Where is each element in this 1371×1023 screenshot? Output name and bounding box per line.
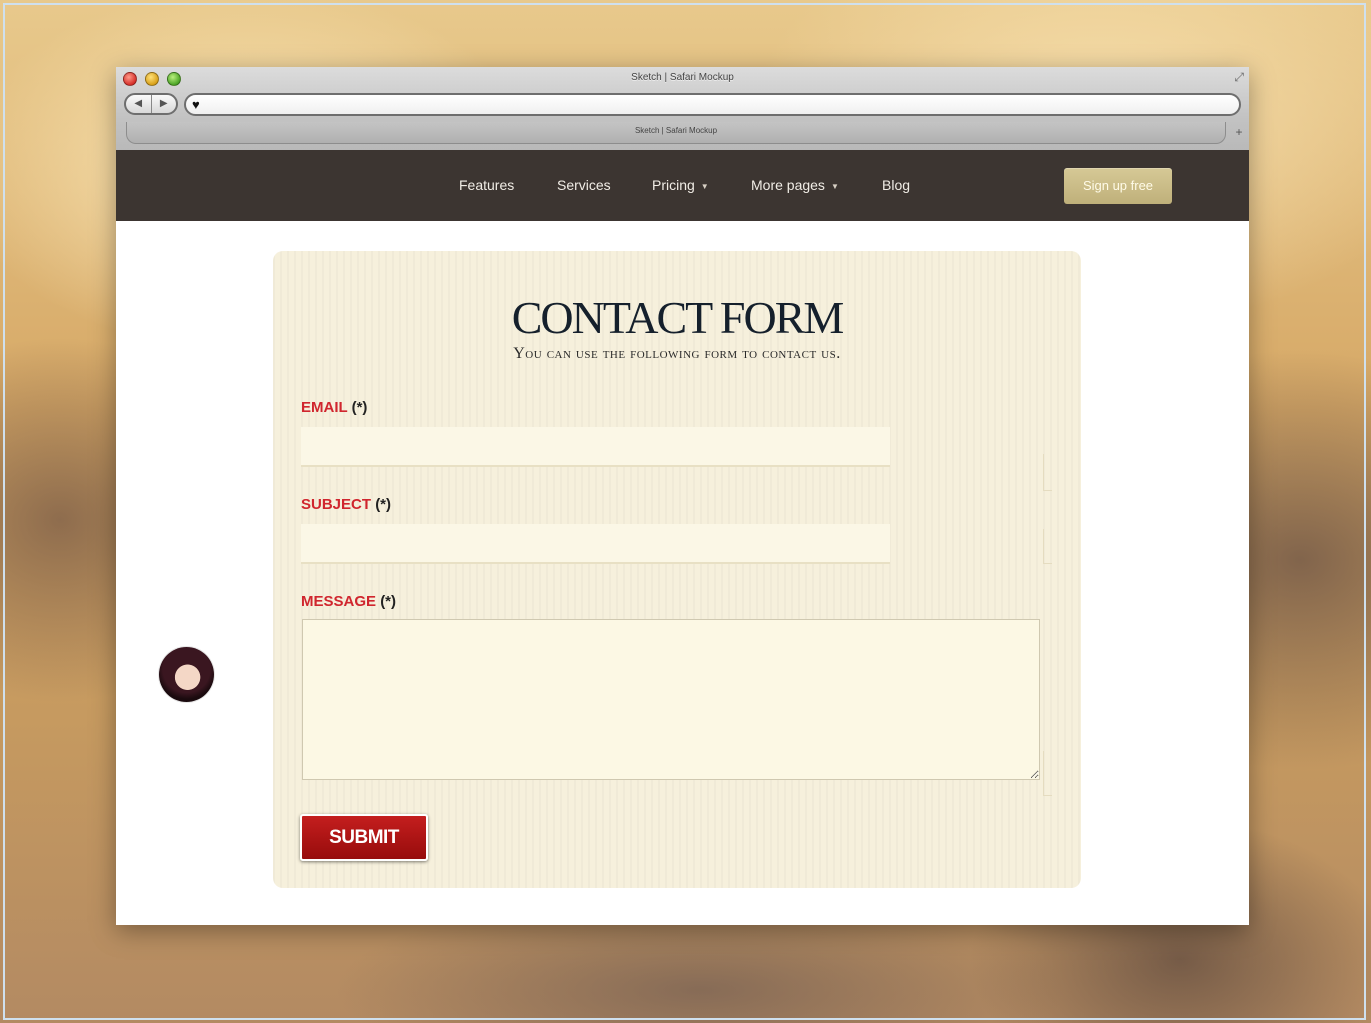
window-title: Sketch | Safari Mockup xyxy=(631,72,734,83)
message-label: MESSAGE (*) xyxy=(301,593,396,610)
email-field[interactable] xyxy=(301,427,890,467)
form-subtitle: You can use the following form to contac… xyxy=(513,345,841,362)
nav-link-label: Services xyxy=(557,177,611,193)
message-label-text: MESSAGE xyxy=(301,593,377,610)
address-bar[interactable]: ♥ xyxy=(184,93,1241,116)
browser-chrome: Sketch | Safari Mockup ⤢ ◀ ▶ ♥ Sketch | … xyxy=(116,67,1249,151)
nav-link-pricing[interactable]: Pricing ▼ xyxy=(652,177,709,193)
user-avatar[interactable] xyxy=(159,647,214,702)
forward-arrow-icon[interactable]: ▶ xyxy=(152,95,177,113)
required-marker: (*) xyxy=(351,399,368,416)
chevron-down-icon: ▼ xyxy=(700,181,709,191)
decorative-divider xyxy=(1043,454,1052,491)
browser-window: Sketch | Safari Mockup ⤢ ◀ ▶ ♥ Sketch | … xyxy=(116,67,1249,925)
history-buttons: ◀ ▶ xyxy=(124,93,178,115)
back-arrow-icon[interactable]: ◀ xyxy=(126,95,152,113)
site-favicon-icon: ♥ xyxy=(192,97,200,112)
nav-link-label: Blog xyxy=(882,177,911,193)
subject-label-text: SUBJECT xyxy=(301,496,372,513)
tab-bar: Sketch | Safari Mockup + xyxy=(126,122,1243,144)
decorative-divider xyxy=(1043,751,1052,796)
tab-title[interactable]: Sketch | Safari Mockup xyxy=(127,126,1225,135)
submit-button[interactable]: SUBMIT xyxy=(300,814,428,861)
nav-link-label: More pages xyxy=(751,177,825,193)
required-marker: (*) xyxy=(375,496,392,513)
email-label: EMAIL (*) xyxy=(301,399,367,416)
nav-link-label: Pricing xyxy=(652,177,695,193)
nav-link-label: Features xyxy=(459,177,515,193)
fullscreen-icon[interactable]: ⤢ xyxy=(1234,70,1244,85)
subject-field[interactable] xyxy=(301,524,890,564)
nav-link-blog[interactable]: Blog xyxy=(882,177,910,193)
form-title: CONTACT FORM xyxy=(511,292,845,343)
site-navbar: Features Services Pricing ▼ More pages ▼ B… xyxy=(116,150,1249,221)
nav-link-more-pages[interactable]: More pages ▼ xyxy=(751,177,839,193)
message-textarea[interactable] xyxy=(302,619,1040,780)
signup-button[interactable]: Sign up free xyxy=(1064,168,1172,204)
new-tab-icon[interactable]: + xyxy=(1231,125,1247,139)
chevron-down-icon: ▼ xyxy=(830,181,839,191)
nav-link-services[interactable]: Services xyxy=(557,177,611,193)
nav-link-features[interactable]: Features xyxy=(459,177,514,193)
required-marker: (*) xyxy=(380,593,397,610)
contact-form-panel: CONTACT FORM You can use the following f… xyxy=(273,251,1081,888)
email-label-text: EMAIL xyxy=(301,399,348,416)
subject-label: SUBJECT (*) xyxy=(301,496,391,513)
decorative-divider xyxy=(1043,529,1052,564)
